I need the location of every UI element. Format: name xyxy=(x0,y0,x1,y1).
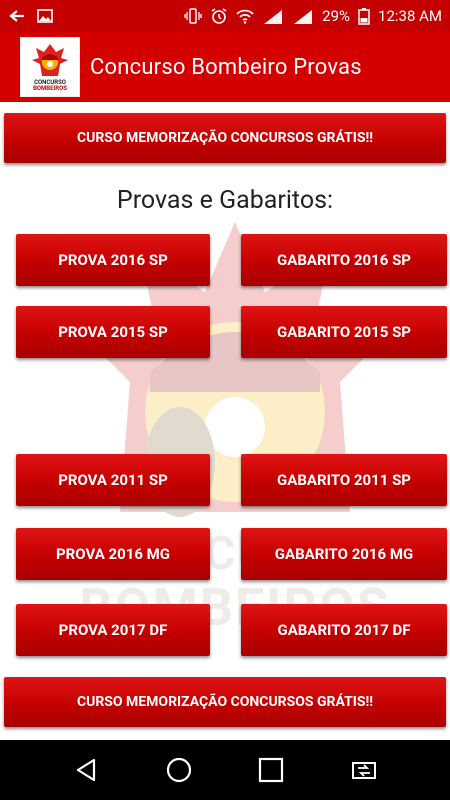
section-title: Provas e Gabaritos: xyxy=(116,186,334,215)
gabarito-2011-sp-button[interactable]: GABARITO 2011 SP xyxy=(241,454,447,506)
home-circle-icon xyxy=(166,757,191,783)
app-title: Concurso Bombeiro Provas xyxy=(90,54,362,80)
promo-course-button-bottom[interactable]: CURSO MEMORIZAÇÃO CONCURSOS GRÁTIS!! xyxy=(4,677,446,727)
battery-percent: 29% xyxy=(322,7,351,25)
prova-2016-sp-button[interactable]: PROVA 2016 SP xyxy=(16,234,210,286)
navigation-bar xyxy=(0,740,450,800)
recents-square-icon xyxy=(259,757,284,783)
nav-recents-button[interactable] xyxy=(251,750,291,790)
back-arrow-icon xyxy=(8,7,26,25)
alarm-icon xyxy=(210,7,228,25)
prova-2017-df-button[interactable]: PROVA 2017 DF xyxy=(16,604,210,656)
dual-window-icon xyxy=(351,762,376,779)
firefighter-logo-icon xyxy=(32,44,68,76)
prova-2015-sp-button[interactable]: PROVA 2015 SP xyxy=(16,306,210,358)
main-content[interactable]: CONCURSO BOMBEIROS CURSO MEMORIZAÇÃO CON… xyxy=(0,102,450,740)
image-notification-icon xyxy=(36,7,54,25)
nav-back-button[interactable] xyxy=(66,750,106,790)
gabarito-2015-sp-button[interactable]: GABARITO 2015 SP xyxy=(241,306,447,358)
signal-3g-icon: 3G xyxy=(262,7,284,25)
svg-text:3G: 3G xyxy=(264,11,272,17)
status-right: 3G 2G 29% 12:38 AM xyxy=(184,7,442,25)
svg-text:2G: 2G xyxy=(294,11,302,17)
prova-2011-sp-button[interactable]: PROVA 2011 SP xyxy=(16,454,210,506)
wifi-icon xyxy=(236,7,254,25)
nav-home-button[interactable] xyxy=(159,750,199,790)
promo-course-button-top[interactable]: CURSO MEMORIZAÇÃO CONCURSOS GRÁTIS!! xyxy=(4,113,446,163)
back-triangle-icon xyxy=(77,758,96,782)
signal-2g-icon: 2G xyxy=(292,7,314,25)
app-logo: CONCURSO BOMBEIROS xyxy=(20,37,80,97)
gabarito-2017-df-button[interactable]: GABARITO 2017 DF xyxy=(241,604,447,656)
status-left xyxy=(8,7,54,25)
gabarito-2016-mg-button[interactable]: GABARITO 2016 MG xyxy=(241,528,447,580)
status-bar: 3G 2G 29% 12:38 AM xyxy=(0,0,450,32)
vibrate-icon xyxy=(184,7,202,25)
prova-2016-mg-button[interactable]: PROVA 2016 MG xyxy=(16,528,210,580)
app-bar: CONCURSO BOMBEIROS Concurso Bombeiro Pro… xyxy=(0,32,450,102)
nav-dual-window-button[interactable] xyxy=(344,750,384,790)
logo-text-bottom: BOMBEIROS xyxy=(33,85,67,92)
battery-icon xyxy=(358,7,370,25)
clock: 12:38 AM xyxy=(378,7,442,25)
gabarito-2016-sp-button[interactable]: GABARITO 2016 SP xyxy=(241,234,447,286)
